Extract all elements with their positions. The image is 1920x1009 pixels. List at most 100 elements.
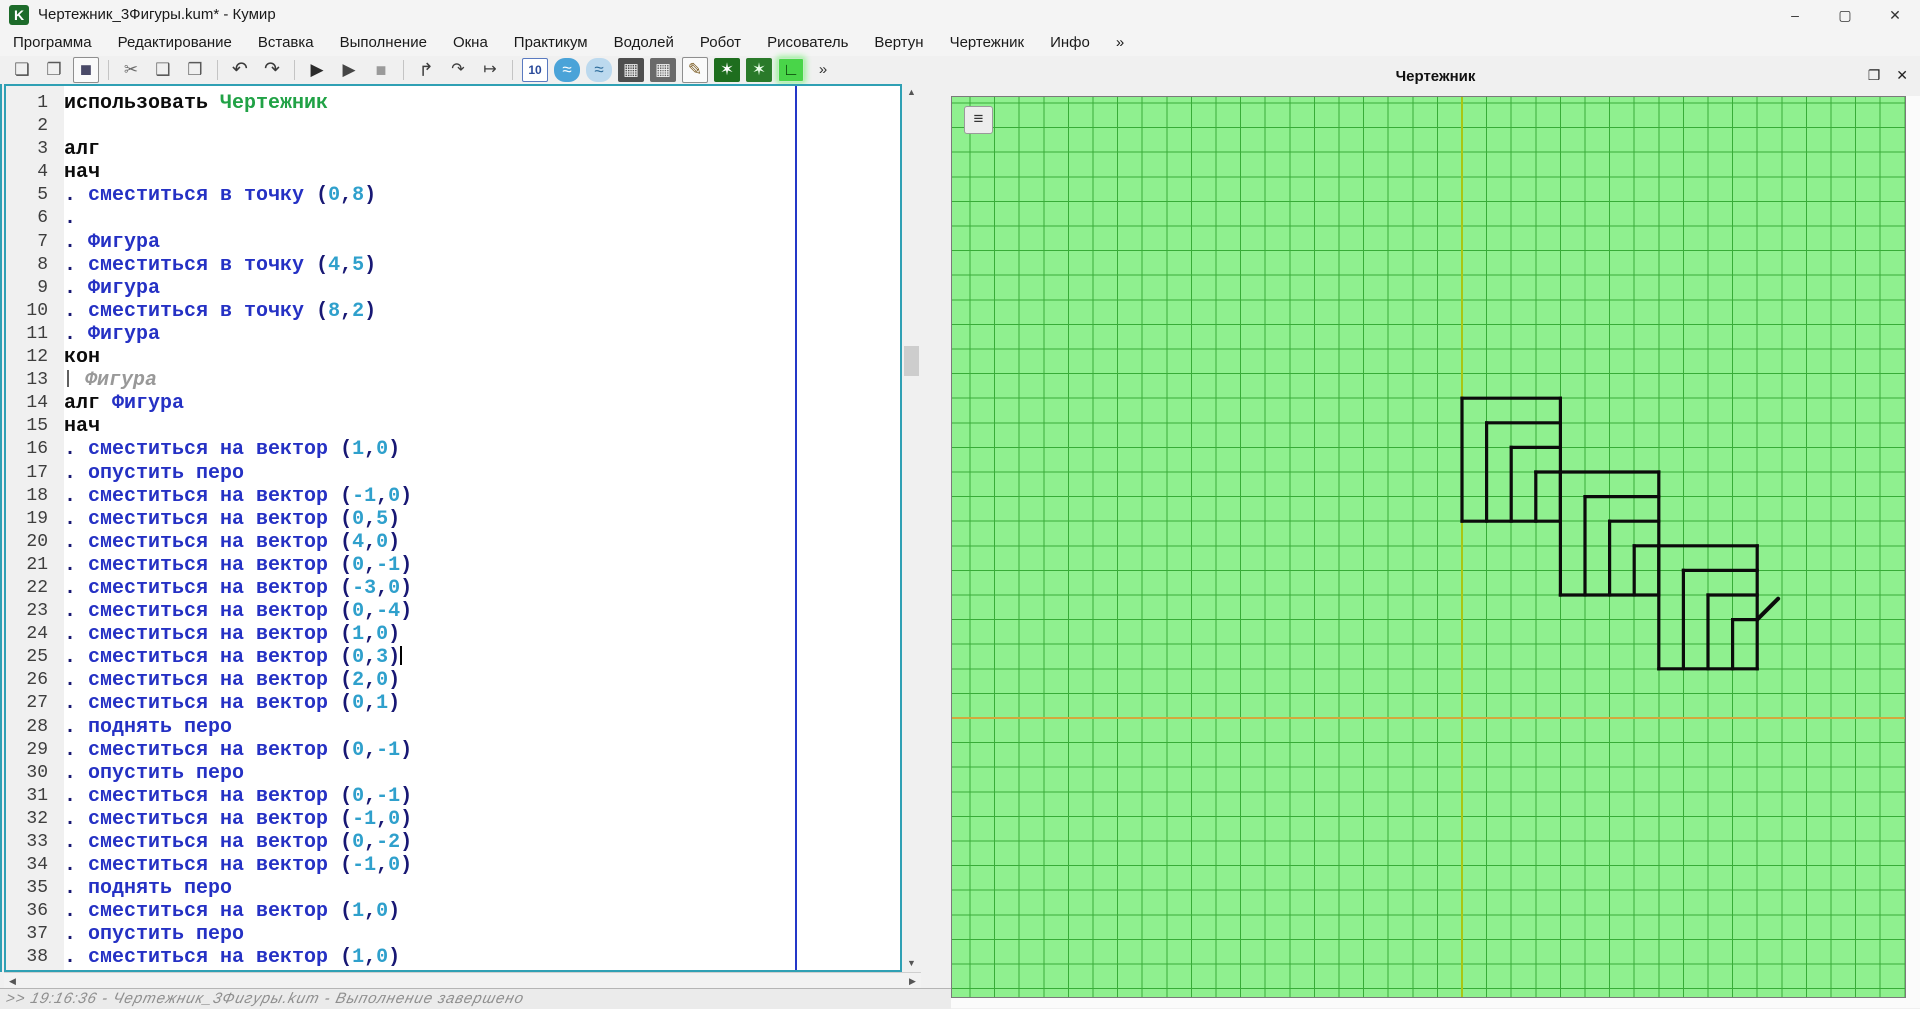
code-line[interactable]: . сместиться на вектор (0,1) <box>64 692 900 715</box>
code-line[interactable]: . сместиться на вектор (-3,0) <box>64 577 900 600</box>
scroll-left-icon[interactable]: ◀ <box>4 973 21 989</box>
code-line[interactable]: . сместиться в точку (0,8) <box>64 184 900 207</box>
paste-button[interactable]: ❒ <box>182 57 208 83</box>
line-number: 1 <box>37 93 48 113</box>
code-editor[interactable]: 1 2 3 4 5 6 7 8 9 10 11 12 13 14 15 16 17 18 19 20 21 22 23 24 2… <box>4 84 902 972</box>
stop-button[interactable]: ■ <box>368 57 394 83</box>
menu-редактирование[interactable]: Редактирование <box>105 30 245 56</box>
minimize-button[interactable]: – <box>1770 0 1820 30</box>
scroll-up-icon[interactable]: ▲ <box>902 84 921 101</box>
chertezhnik-window-button[interactable]: ∟ <box>778 58 804 82</box>
code-line[interactable]: . сместиться на вектор (-1,0) <box>64 854 900 877</box>
code-line[interactable]: . сместиться на вектор (1,0) <box>64 438 900 461</box>
code-line[interactable]: . сместиться на вектор (4,0) <box>64 531 900 554</box>
run-button[interactable]: ▶ <box>304 57 330 83</box>
close-window-icon[interactable]: ✕ <box>1896 67 1908 84</box>
chertezhnik-titlebar[interactable]: Чертежник ❐ ✕ <box>951 60 1920 96</box>
code-line[interactable]: . опустить перо <box>64 923 900 946</box>
vertun-window-button[interactable]: ✶ <box>714 58 740 82</box>
code-line[interactable]: . поднять перо <box>64 877 900 900</box>
code-line[interactable]: . сместиться на вектор (1,0) <box>64 946 900 969</box>
maximize-button[interactable]: ▢ <box>1820 0 1870 30</box>
code-line[interactable]: нач <box>64 161 900 184</box>
step-into-button[interactable]: ↱ <box>413 57 439 83</box>
redo-button[interactable]: ↷ <box>259 57 285 83</box>
code-line[interactable]: . сместиться на вектор (0,5) <box>64 508 900 531</box>
code-line[interactable]: . сместиться на вектор (0,-4) <box>64 600 900 623</box>
code-line[interactable]: . поднять перо <box>64 716 900 739</box>
step-over-button[interactable]: ↷ <box>445 57 471 83</box>
menu-практикум[interactable]: Практикум <box>501 30 601 56</box>
code-token: -1 <box>376 553 401 577</box>
code-line[interactable]: . Фигура <box>64 231 900 254</box>
code-line[interactable]: . сместиться на вектор (0,3) <box>64 646 900 669</box>
code-line[interactable]: . сместиться на вектор (-1,0) <box>64 808 900 831</box>
copy-button[interactable]: ❑ <box>150 57 176 83</box>
toolbar-overflow-button[interactable]: » <box>810 57 836 83</box>
code-token: 0 <box>352 600 365 624</box>
code-line[interactable]: . сместиться в точку (4,5) <box>64 254 900 277</box>
risovatel-window-button[interactable]: ✎ <box>682 57 708 83</box>
code-line[interactable]: . сместиться на вектор (2,0) <box>64 669 900 692</box>
code-line[interactable]: . сместиться на вектор (0,-1) <box>64 739 900 762</box>
vertical-scrollbar[interactable]: ▲ ▼ <box>902 84 921 972</box>
vodoley-pult-button[interactable]: ≈ <box>586 58 612 82</box>
line-number: 28 <box>26 716 48 737</box>
close-button[interactable]: ✕ <box>1870 0 1920 30</box>
code-line[interactable]: . Фигура <box>64 277 900 300</box>
font-size-button[interactable]: 10 <box>522 58 548 82</box>
undo-button[interactable]: ↶ <box>227 57 253 83</box>
cut-button[interactable]: ✂ <box>118 57 144 83</box>
code-line[interactable]: . сместиться на вектор (0,-1) <box>64 785 900 808</box>
menu-водолей[interactable]: Водолей <box>601 30 687 56</box>
code-token: сместиться на вектор <box>88 784 341 808</box>
menu-робот[interactable]: Робот <box>687 30 754 56</box>
run-step-button[interactable]: ▶ <box>336 57 362 83</box>
code-line[interactable]: кон <box>64 346 900 369</box>
scroll-right-icon[interactable]: ▶ <box>904 973 921 989</box>
code-line[interactable]: . опустить перо <box>64 462 900 485</box>
save-button[interactable]: ◼ <box>73 57 99 83</box>
new-file-button[interactable]: ❏ <box>9 57 35 83</box>
code-line[interactable]: . сместиться на вектор (1,0) <box>64 623 900 646</box>
menu-чертежник[interactable]: Чертежник <box>937 30 1038 56</box>
code-line[interactable]: алг <box>64 138 900 161</box>
line-number: 15 <box>26 416 48 437</box>
menu-программа[interactable]: Программа <box>0 30 105 56</box>
code-line[interactable]: Фигура <box>64 369 900 392</box>
code-line[interactable]: . сместиться на вектор (0,-2) <box>64 831 900 854</box>
menu-вставка[interactable]: Вставка <box>245 30 327 56</box>
vodoley-window-button[interactable]: ≈ <box>554 58 580 82</box>
robot-window-button[interactable]: ▦ <box>618 58 644 82</box>
horizontal-scrollbar[interactable]: ◀ ▶ <box>4 972 921 989</box>
code-line[interactable]: . <box>64 207 900 230</box>
menu-[interactable]: » <box>1103 30 1137 56</box>
menu-инфо[interactable]: Инфо <box>1037 30 1103 56</box>
menu-вертун[interactable]: Вертун <box>861 30 936 56</box>
code-line[interactable]: . опустить перо <box>64 762 900 785</box>
code-line[interactable]: . сместиться на вектор (1,0) <box>64 900 900 923</box>
menu-рисователь[interactable]: Рисователь <box>754 30 861 56</box>
open-file-button[interactable]: ❐ <box>41 57 67 83</box>
code-line[interactable]: алг Фигура <box>64 392 900 415</box>
float-window-icon[interactable]: ❐ <box>1868 67 1881 84</box>
code-line[interactable]: использовать Чертежник <box>64 92 900 115</box>
vertical-scrollbar-thumb[interactable] <box>904 346 919 376</box>
step-out-button[interactable]: ↦ <box>477 57 503 83</box>
window-titlebar[interactable]: K Чертежник_3Фигуры.kum* - Кумир – ▢ ✕ <box>0 0 1920 30</box>
drawing-field[interactable]: ≡ <box>951 96 1906 998</box>
menu-выполнение[interactable]: Выполнение <box>327 30 440 56</box>
code-line[interactable]: . сместиться на вектор (-1,0) <box>64 485 900 508</box>
menu-окна[interactable]: Окна <box>440 30 501 56</box>
scroll-down-icon[interactable]: ▼ <box>902 955 921 972</box>
code-line[interactable]: . сместиться в точку (8,2) <box>64 300 900 323</box>
code-line[interactable]: . сместиться на вектор (0,-1) <box>64 554 900 577</box>
robot-pult-button[interactable]: ▦ <box>650 58 676 82</box>
code-line[interactable]: . Фигура <box>64 323 900 346</box>
field-menu-button[interactable]: ≡ <box>964 106 993 134</box>
line-number: 13 <box>26 370 48 391</box>
code-area[interactable]: использовать Чертежник алг нач. сместиться… <box>64 86 900 970</box>
code-line[interactable] <box>64 115 900 138</box>
code-line[interactable]: нач <box>64 415 900 438</box>
vertun-pult-button[interactable]: ✶ <box>746 58 772 82</box>
